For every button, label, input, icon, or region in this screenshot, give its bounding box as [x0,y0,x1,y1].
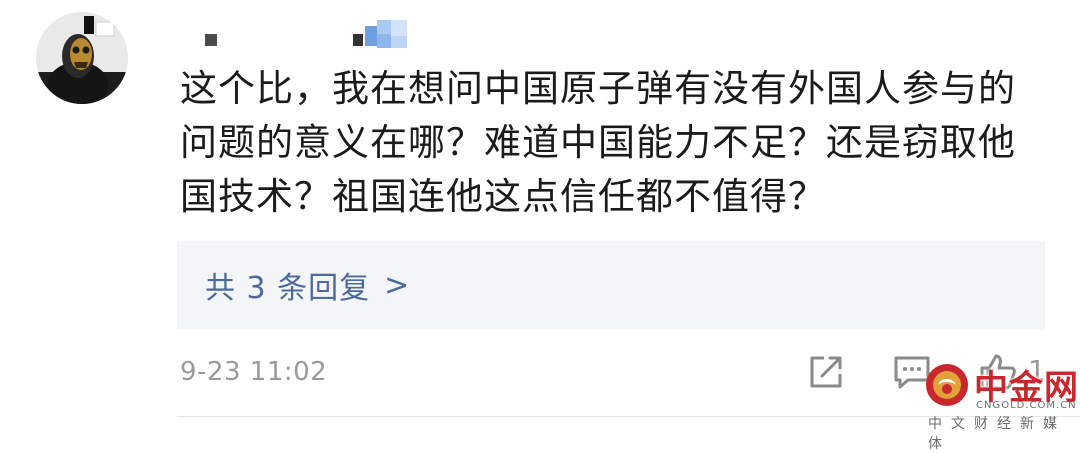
username-redacted [195,16,435,52]
share-icon[interactable] [806,352,846,392]
avatar[interactable] [36,12,128,104]
comment-text: 这个比，我在想问中国原子弹有没有外国人参与的问题的意义在哪？难道中国能力不足？还… [180,67,1016,218]
watermark-url: CNGOLD.COM.CN [976,400,1077,411]
replies-link[interactable]: 共 3 条回复 > [205,263,410,307]
view-replies-button[interactable]: 共 3 条回复 > [177,241,1045,329]
chevron-right-icon: > [384,267,411,303]
comment-timestamp: 9-23 11:02 [180,357,328,387]
watermark: 中金网 CNGOLD.COM.CN 中文财经新媒体 [918,356,1080,452]
replies-count-label: 共 3 条回复 [205,271,371,306]
cngold-logo-icon [926,364,968,406]
watermark-subtitle: 中文财经新媒体 [928,416,1066,452]
